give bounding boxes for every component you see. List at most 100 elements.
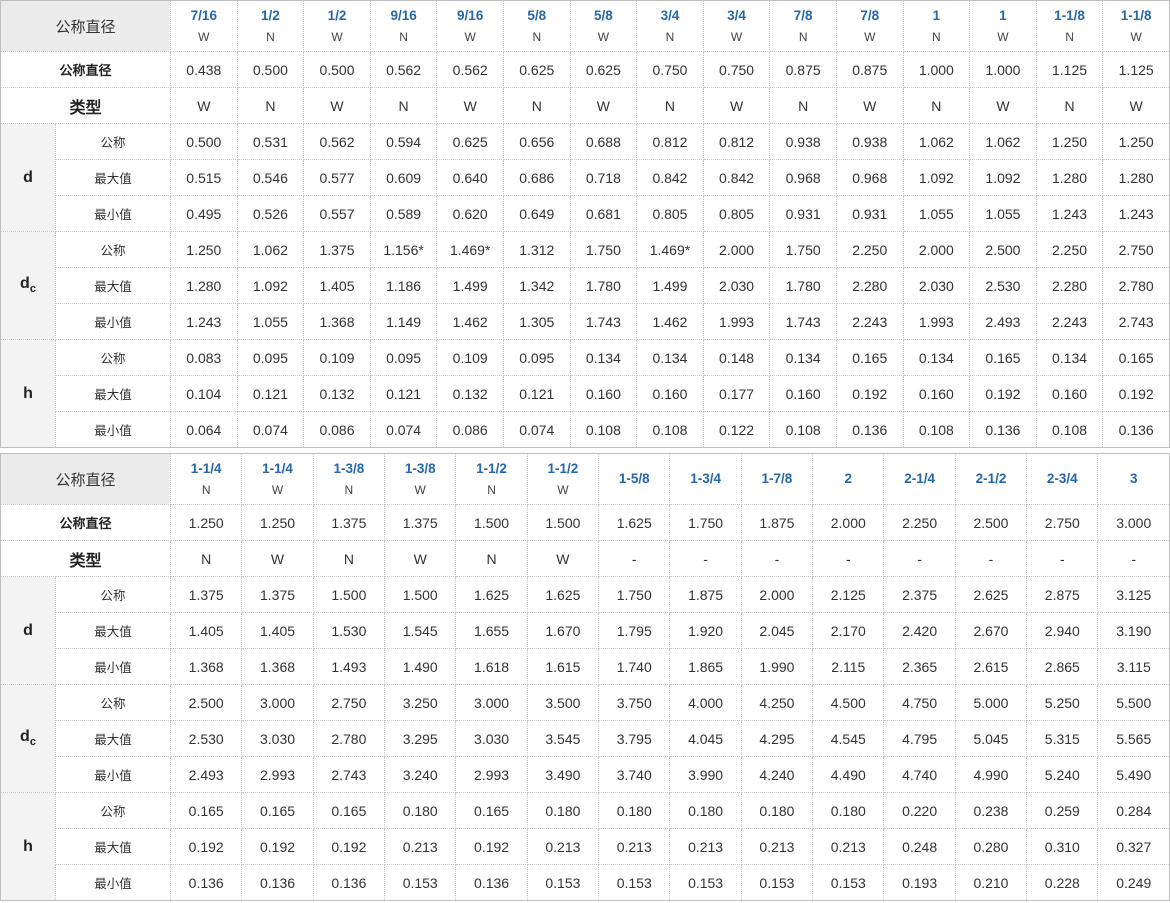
nominal-diameter-row: 公称直径 0.438 0.500 0.500 0.562 0.562 0.625 0.625 0… [0,51,1170,88]
dc-nominal-cell: 2.000 [902,231,971,268]
type-label: W [198,30,210,45]
type-label: W [331,30,343,45]
h-nominal-cell: 0.095 [369,339,438,376]
nominal-diameter-cell: 1.125 [1102,51,1170,88]
size-label: 7/8 [860,7,880,23]
size-column-header: 1W [969,0,1037,52]
d-min-cell: 0.681 [569,195,638,232]
h-nominal-cell: 0.165 [455,792,528,829]
d-nominal-cell: 0.938 [769,123,837,160]
d-max-cell: 1.530 [312,612,386,649]
dc-max-cell: 2.030 [702,267,771,304]
size-label: 1-1/4 [190,460,222,476]
h-nominal-cell: 0.180 [812,792,885,829]
spec-tables-container: 公称直径 7/16 W 1/2 N 1/2 W 9/16 N 9/16 W 5/8 N 5/8 W 3/4 N 3… [0,0,1170,901]
h-min-cell: 0.108 [902,411,971,448]
type-label: W [414,483,426,498]
type-label: W [557,483,569,498]
type-label: N [932,30,941,45]
size-label: 3/4 [660,7,680,23]
h-symbol: h [23,384,33,402]
dc-max-cell: 1.092 [236,267,305,304]
dc-symbol: d [20,275,30,293]
type-cell: - [1097,540,1170,577]
type-cell: W [969,87,1037,124]
d-nominal-cell: 1.500 [384,576,457,613]
d-max-cell: 2.420 [883,612,956,649]
dc-min-cell: 1.368 [303,303,371,340]
dc-min-cell: 2.993 [241,756,314,793]
size-column-header: 1-1/2 W [526,453,600,505]
size-column-header: 1-1/2 N [455,453,528,505]
type-label: N [399,30,408,45]
h-max-cell: 0.160 [569,375,638,412]
h-nominal-row: h 公称 0.165 0.165 0.165 0.180 0.165 0.180 0.180 0.… [0,792,1170,901]
h-max-cell: 0.132 [303,375,371,412]
h-max-cell: 0.192 [170,828,243,865]
dc-max-cell: 3.795 [598,720,671,757]
d-max-cell: 1.545 [384,612,457,649]
washer-spec-table: 公称直径 1-1/4 N 1-1/4 W 1-3/8 N 1-3/8 W 1-1/2 N 1-1/2 W… [0,453,1170,901]
nominal-diameter-cell: 1.375 [312,504,386,541]
dc-min-cell: 1.743 [769,303,837,340]
size-column-header: 1-1/4 N [170,453,243,505]
h-min-cell: 0.074 [502,411,571,448]
size-label: 2-3/4 [1046,471,1078,487]
d-nominal-cell: 2.000 [740,576,814,613]
dc-min-cell: 2.743 [312,756,386,793]
d-nominal-cell: 0.812 [636,123,704,160]
size-label: 3 [1129,471,1138,487]
nominal-sublabel: 公称 [54,123,172,160]
type-label: W [864,30,876,45]
h-min-cell: 0.136 [835,411,904,448]
h-max-cell: 0.213 [598,828,671,865]
d-max-cell: 2.940 [1026,612,1099,649]
d-min-cell: 1.865 [669,648,742,685]
h-nominal-cell: 0.165 [170,792,243,829]
h-nominal-cell: 0.109 [303,339,371,376]
h-min-cell: 0.153 [384,864,457,901]
d-min-cell: 0.526 [236,195,305,232]
h-nominal-row: h 公称 0.083 0.095 0.109 0.095 0.109 0.095 0.134 0.… [0,339,1170,448]
dc-nominal-cell: 1.750 [769,231,837,268]
h-nominal-cell: 0.180 [669,792,742,829]
h-min-cell: 0.108 [636,411,704,448]
d-max-cell: 0.842 [636,159,704,196]
h-max-cell: 0.192 [969,375,1037,412]
d-min-cell: 1.055 [902,195,971,232]
dc-max-cell: 1.780 [769,267,837,304]
d-max-cell: 1.795 [598,612,671,649]
dc-max-cell: 4.295 [740,720,814,757]
h-nominal-cell: 0.165 [312,792,386,829]
type-cell: W [384,540,457,577]
type-cell: N [769,87,837,124]
size-column-header: 7/16 W [170,0,238,52]
dc-min-cell: 1.993 [702,303,771,340]
d-nominal-cell: 1.062 [969,123,1037,160]
nominal-diameter-cell: 1.500 [526,504,600,541]
dc-max-cell: 5.315 [1026,720,1099,757]
d-nominal-cell: 0.562 [303,123,371,160]
d-max-cell: 0.968 [769,159,837,196]
nominal-diameter-cell: 3.000 [1097,504,1170,541]
d-max-cell: 1.655 [455,612,528,649]
size-column-header: 2-1/4 [883,453,956,505]
dc-min-cell: 3.240 [384,756,457,793]
h-max-cell: 0.132 [436,375,504,412]
d-max-cell: 1.405 [170,612,243,649]
nominal-diameter-label: 公称直径 [0,51,172,88]
h-min-row: 最小值 0.136 0.136 0.136 0.153 0.136 0.153 0.153 0.… [1,864,1170,901]
type-cell: W [569,87,638,124]
dc-nominal-cell: 1.469* [636,231,704,268]
dc-nominal-cell: 1.062 [236,231,305,268]
size-label: 2-1/2 [975,471,1007,487]
h-nominal-cell: 0.180 [598,792,671,829]
dc-nominal-cell: 4.500 [812,684,885,721]
h-max-cell: 0.160 [902,375,971,412]
dc-min-cell: 2.493 [170,756,243,793]
dc-max-cell: 1.342 [502,267,571,304]
d-max-cell: 0.968 [835,159,904,196]
size-header-row: 公称直径 1-1/4 N 1-1/4 W 1-3/8 N 1-3/8 W 1-1/2 N 1-1/2 W… [0,453,1170,505]
size-column-header: 2-1/2 [954,453,1028,505]
h-nominal-cell: 0.180 [384,792,457,829]
